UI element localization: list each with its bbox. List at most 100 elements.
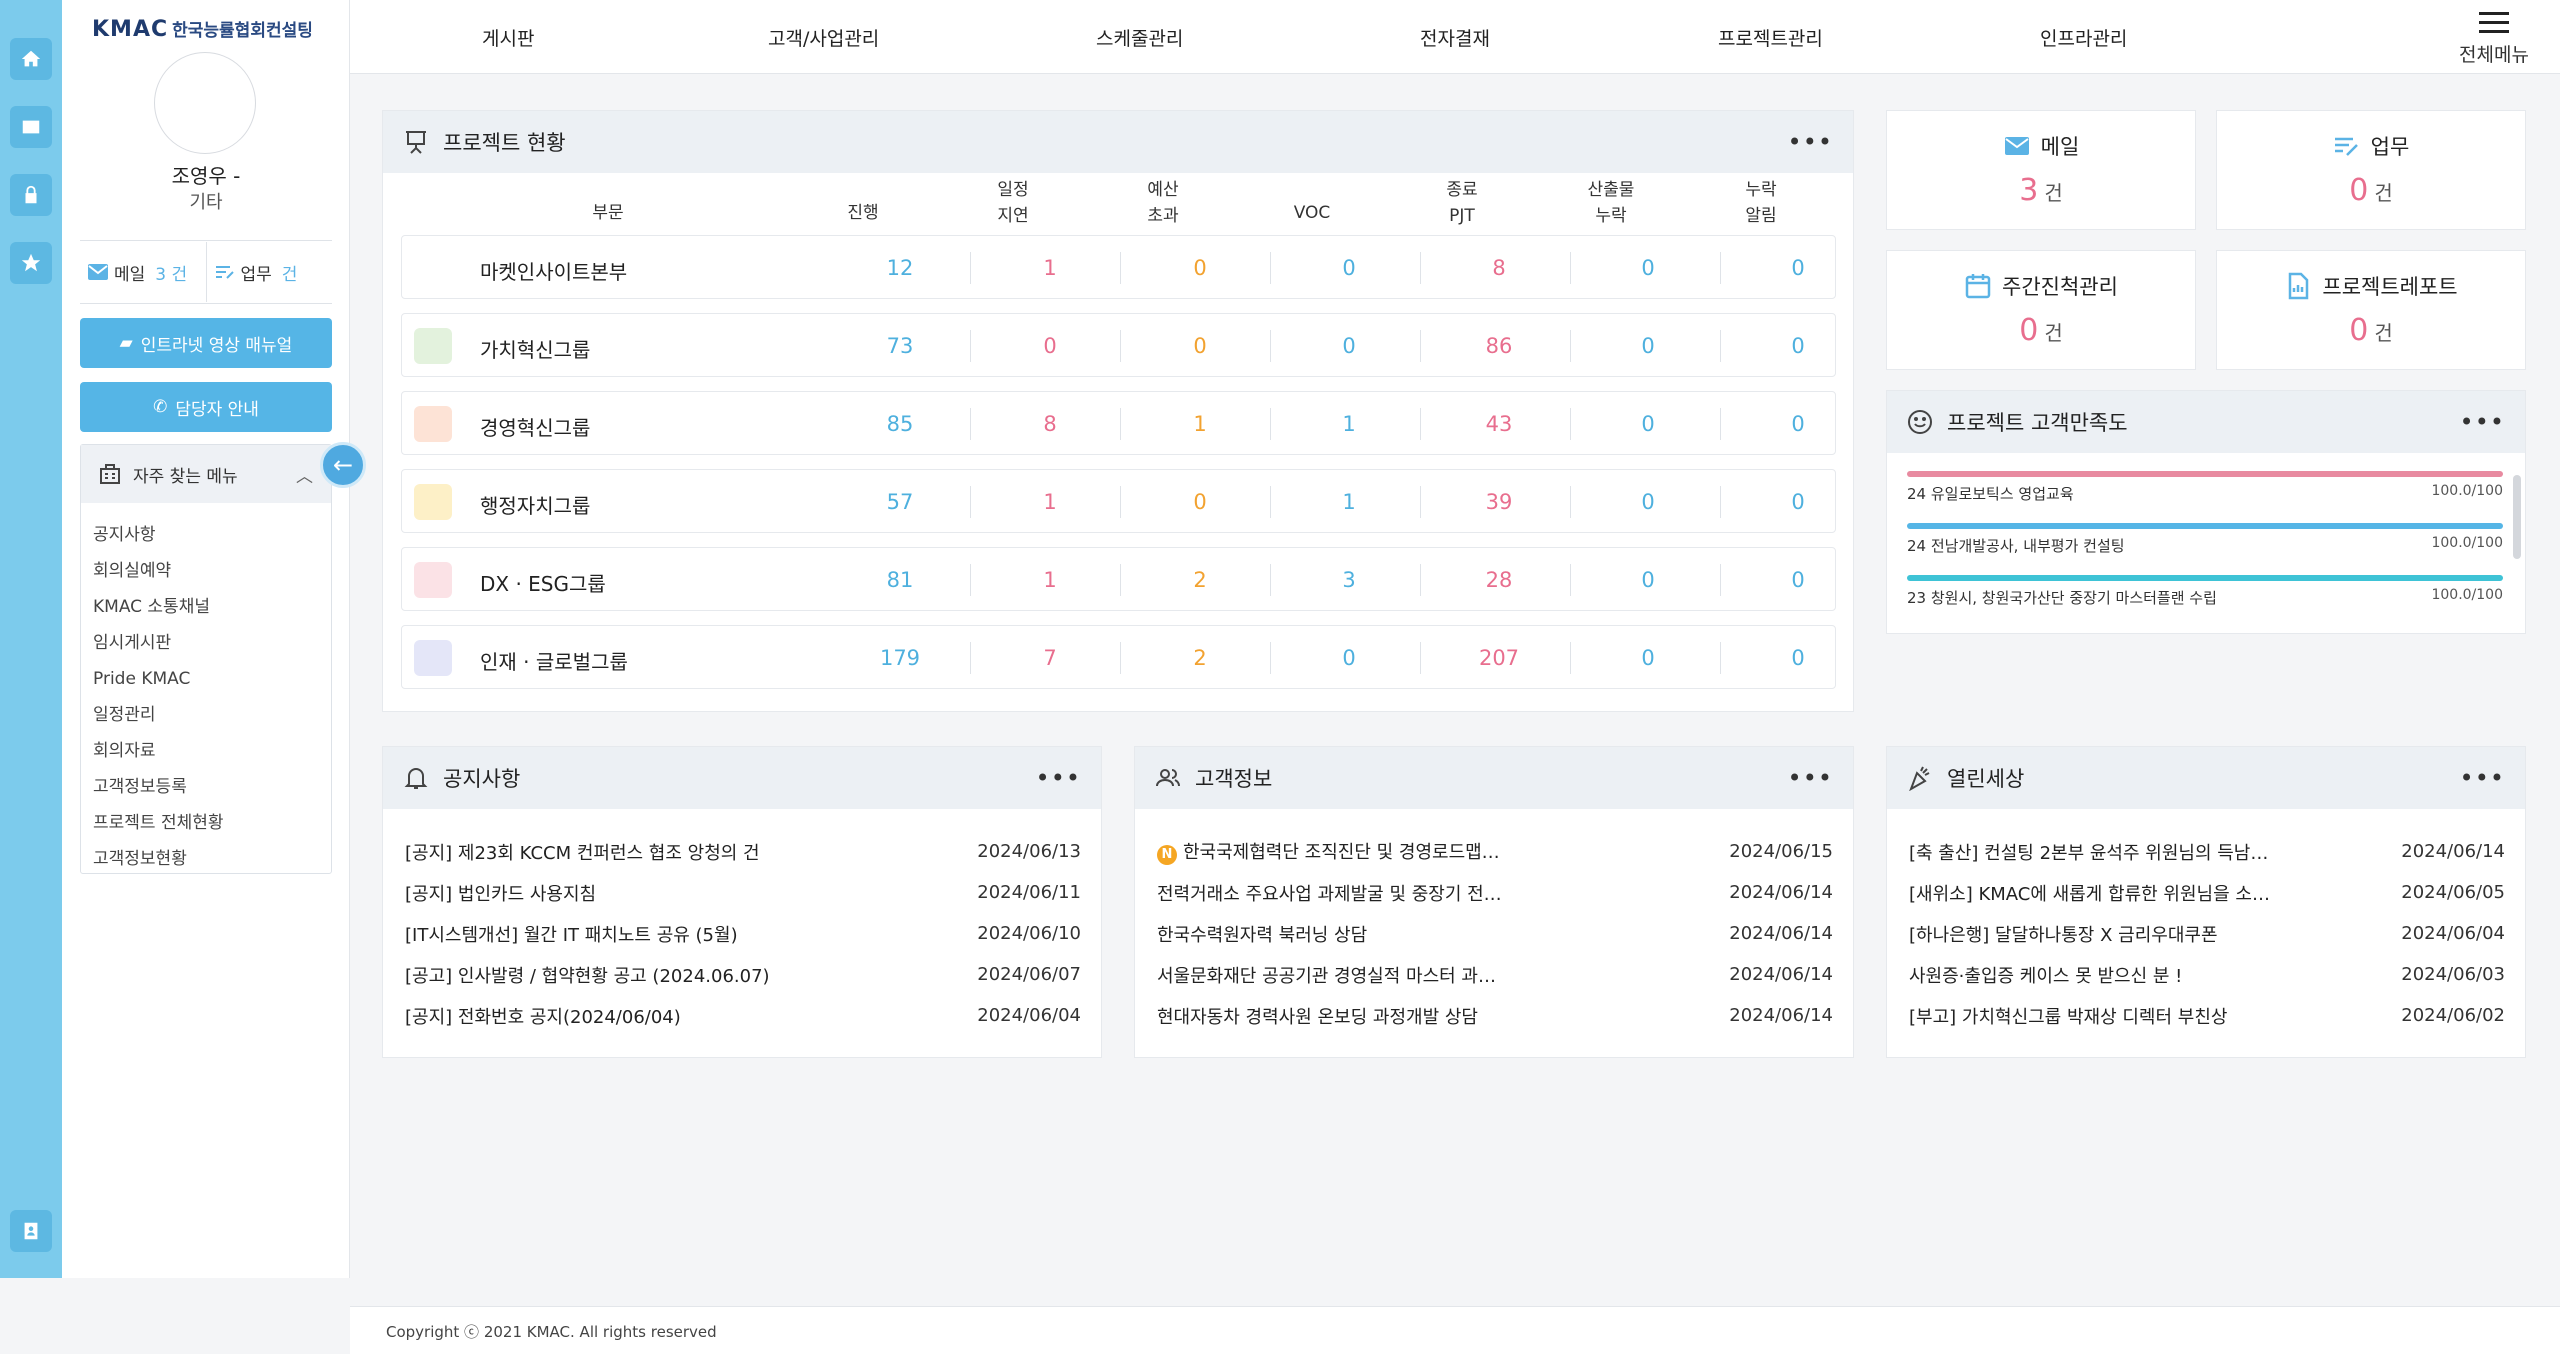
fav-item[interactable]: 공지사항	[93, 517, 319, 553]
cell-voc[interactable]: 0	[1289, 646, 1409, 670]
nav-infra[interactable]: 인프라관리	[2040, 24, 2127, 51]
favorite-menu-header[interactable]: 자주 찾는 메뉴 ︿	[81, 445, 331, 503]
list-item[interactable]: 사원증·출입증 케이스 못 받으신 분 ! 2024/06/03	[1909, 954, 2505, 995]
project-report-card[interactable]: 프로젝트레포트 0건	[2216, 250, 2526, 370]
cell-alarm[interactable]: 0	[1738, 646, 1858, 670]
project-row[interactable]: DX · ESG그룹 81 1 2 3 28 0 0	[401, 547, 1836, 611]
id-card-icon[interactable]	[10, 106, 52, 148]
cell-voc[interactable]: 0	[1289, 334, 1409, 358]
list-item[interactable]: [IT시스템개선] 월간 IT 패치노트 공유 (5월) 2024/06/10	[405, 913, 1081, 954]
list-item[interactable]: 한국수력원자력 북러닝 상담 2024/06/14	[1157, 913, 1833, 954]
cell-progress[interactable]: 85	[840, 412, 960, 436]
cell-end[interactable]: 86	[1439, 334, 1559, 358]
satisfaction-item[interactable]: 23 창원시, 창원국가산단 중장기 마스터플랜 수립 100.0/100	[1907, 575, 2503, 608]
list-item[interactable]: [공지] 전화번호 공지(2024/06/04) 2024/06/04	[405, 995, 1081, 1036]
list-item[interactable]: [축 출산] 컨설팅 2본부 윤석주 위원님의 득남… 2024/06/14	[1909, 831, 2505, 872]
project-row[interactable]: 가치혁신그룹 73 0 0 0 86 0 0	[401, 313, 1836, 377]
task-stat-card[interactable]: 업무 0건	[2216, 110, 2526, 230]
cell-delay[interactable]: 1	[990, 490, 1110, 514]
cell-output[interactable]: 0	[1588, 256, 1708, 280]
contact-guide-button[interactable]: ✆ 담당자 안내	[80, 382, 332, 432]
more-icon[interactable]: •••	[1788, 128, 1833, 156]
nav-approval[interactable]: 전자결재	[1420, 24, 1490, 51]
chevron-up-icon[interactable]: ︿	[296, 462, 313, 487]
star-icon[interactable]	[10, 242, 52, 284]
mail-stat-card[interactable]: 메일 3건	[1886, 110, 2196, 230]
fav-item[interactable]: 임시게시판	[93, 625, 319, 661]
contacts-icon[interactable]	[10, 1210, 52, 1252]
cell-budget[interactable]: 0	[1140, 490, 1260, 514]
project-row[interactable]: 마켓인사이트본부 12 1 0 0 8 0 0	[401, 235, 1836, 299]
list-item[interactable]: 현대자동차 경력사원 온보딩 과정개발 상담 2024/06/14	[1157, 995, 1833, 1036]
cell-alarm[interactable]: 0	[1738, 256, 1858, 280]
cell-voc[interactable]: 1	[1289, 412, 1409, 436]
cell-alarm[interactable]: 0	[1738, 490, 1858, 514]
home-icon[interactable]	[10, 38, 52, 80]
fav-item[interactable]: 회의자료	[93, 733, 319, 769]
nav-customer[interactable]: 고객/사업관리	[768, 24, 879, 51]
list-item[interactable]: [새위소] KMAC에 새롭게 합류한 위원님을 소… 2024/06/05	[1909, 872, 2505, 913]
cell-budget[interactable]: 1	[1140, 412, 1260, 436]
cell-delay[interactable]: 1	[990, 256, 1110, 280]
sidebar-collapse-button[interactable]: ←	[320, 442, 366, 488]
fav-item[interactable]: 일정관리	[93, 697, 319, 733]
cell-voc[interactable]: 1	[1289, 490, 1409, 514]
fav-item[interactable]: KMAC 소통채널	[93, 589, 319, 625]
cell-end[interactable]: 28	[1439, 568, 1559, 592]
cell-output[interactable]: 0	[1588, 646, 1708, 670]
cell-output[interactable]: 0	[1588, 568, 1708, 592]
nav-schedule[interactable]: 스케줄관리	[1096, 24, 1183, 51]
fav-item[interactable]: 회의실예약	[93, 553, 319, 589]
cell-progress[interactable]: 81	[840, 568, 960, 592]
list-item[interactable]: [공고] 인사발령 / 협약현황 공고 (2024.06.07) 2024/06/…	[405, 954, 1081, 995]
user-task-stat[interactable]: 업무 건	[205, 242, 333, 302]
project-row[interactable]: 경영혁신그룹 85 8 1 1 43 0 0	[401, 391, 1836, 455]
cell-progress[interactable]: 57	[840, 490, 960, 514]
satisfaction-item[interactable]: 24 전남개발공사, 내부평가 컨설팅 100.0/100	[1907, 523, 2503, 556]
cell-end[interactable]: 43	[1439, 412, 1559, 436]
list-item[interactable]: 서울문화재단 공공기관 경영실적 마스터 과… 2024/06/14	[1157, 954, 1833, 995]
cell-output[interactable]: 0	[1588, 490, 1708, 514]
fav-item[interactable]: Pride KMAC	[93, 661, 319, 697]
cell-progress[interactable]: 12	[840, 256, 960, 280]
more-icon[interactable]: •••	[1036, 764, 1081, 792]
project-row[interactable]: 행정자치그룹 57 1 0 1 39 0 0	[401, 469, 1836, 533]
user-mail-stat[interactable]: 메일 3 건	[80, 260, 206, 285]
cell-budget[interactable]: 2	[1140, 646, 1260, 670]
cell-alarm[interactable]: 0	[1738, 568, 1858, 592]
list-item[interactable]: [공지] 제23회 KCCM 컨퍼런스 협조 앙청의 건 2024/06/13	[405, 831, 1081, 872]
cell-progress[interactable]: 73	[840, 334, 960, 358]
cell-output[interactable]: 0	[1588, 412, 1708, 436]
more-icon[interactable]: •••	[2460, 408, 2505, 436]
cell-progress[interactable]: 179	[840, 646, 960, 670]
more-icon[interactable]: •••	[1788, 764, 1833, 792]
manual-video-button[interactable]: ▰ 인트라넷 영상 매뉴얼	[80, 318, 332, 368]
cell-end[interactable]: 207	[1439, 646, 1559, 670]
cell-voc[interactable]: 0	[1289, 256, 1409, 280]
list-item[interactable]: [공지] 법인카드 사용지침 2024/06/11	[405, 872, 1081, 913]
list-item[interactable]: [부고] 가치혁신그룹 박재상 디렉터 부친상 2024/06/02	[1909, 995, 2505, 1036]
kmac-logo[interactable]: KMAC 한국능률협회컨설팅	[92, 16, 313, 42]
weekly-progress-card[interactable]: 주간진척관리 0건	[1886, 250, 2196, 370]
project-row[interactable]: 인재 · 글로벌그룹 179 7 2 0 207 0 0	[401, 625, 1836, 689]
nav-board[interactable]: 게시판	[482, 24, 534, 51]
satisfaction-item[interactable]: 24 유일로보틱스 영업교육 100.0/100	[1907, 471, 2503, 504]
list-item[interactable]: N 한국국제협력단 조직진단 및 경영로드맵… 2024/06/15	[1157, 831, 1833, 872]
cell-budget[interactable]: 2	[1140, 568, 1260, 592]
cell-end[interactable]: 39	[1439, 490, 1559, 514]
cell-alarm[interactable]: 0	[1738, 334, 1858, 358]
more-icon[interactable]: •••	[2460, 764, 2505, 792]
cell-alarm[interactable]: 0	[1738, 412, 1858, 436]
cell-budget[interactable]: 0	[1140, 334, 1260, 358]
fav-item[interactable]: 프로젝트 전체현황	[93, 805, 319, 841]
cell-output[interactable]: 0	[1588, 334, 1708, 358]
cell-delay[interactable]: 7	[990, 646, 1110, 670]
nav-project[interactable]: 프로젝트관리	[1718, 24, 1823, 51]
cell-budget[interactable]: 0	[1140, 256, 1260, 280]
all-menu-button[interactable]: 전체메뉴	[2454, 12, 2534, 67]
cell-delay[interactable]: 0	[990, 334, 1110, 358]
list-item[interactable]: [하나은행] 달달하나통장 X 금리우대쿠폰 2024/06/04	[1909, 913, 2505, 954]
fav-item[interactable]: 고객정보현황	[93, 841, 319, 877]
cell-delay[interactable]: 1	[990, 568, 1110, 592]
scrollbar[interactable]	[2513, 475, 2521, 559]
